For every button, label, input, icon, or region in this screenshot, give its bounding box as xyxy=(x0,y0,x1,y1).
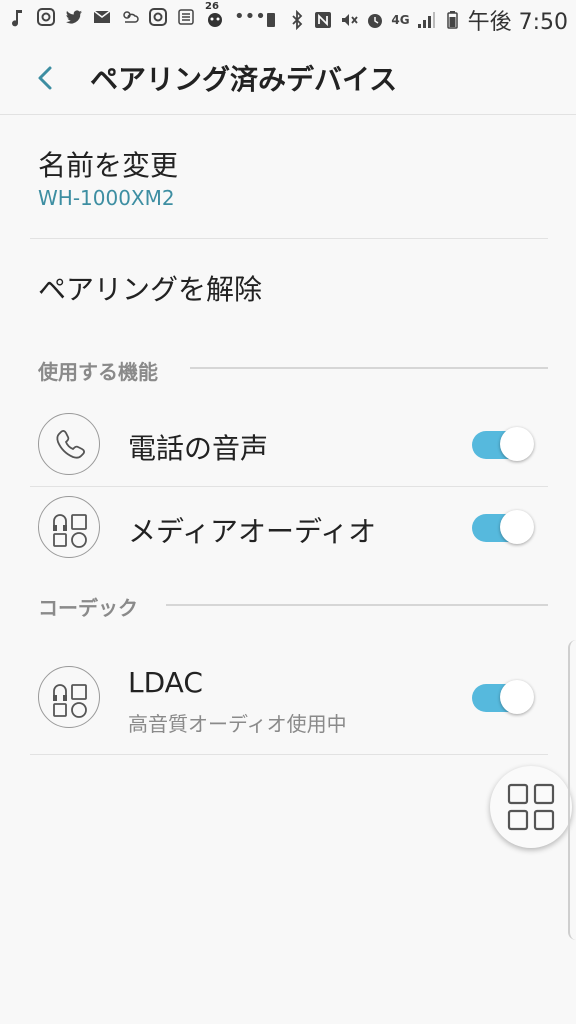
app-bar: ペアリング済みデバイス xyxy=(0,40,576,114)
battery-saver-icon xyxy=(267,13,276,27)
rename-label: 名前を変更 xyxy=(38,149,179,182)
unpair-row[interactable]: ペアリングを解除 xyxy=(0,248,576,338)
headphones-grid-icon xyxy=(38,496,100,558)
app-bar-divider xyxy=(0,114,576,115)
section-divider xyxy=(166,604,548,606)
divider xyxy=(30,238,548,239)
notification-icons: 26 ••• xyxy=(8,1,266,27)
features-section-title: 使用する機能 xyxy=(38,360,158,384)
bluetooth-icon xyxy=(292,10,303,30)
signal-icon xyxy=(417,12,435,28)
grid-icon xyxy=(507,783,555,831)
status-bar: 26 ••• 4G 午後 7:50 xyxy=(0,0,576,40)
battery-icon xyxy=(446,11,458,29)
music-note-icon xyxy=(12,9,22,26)
device-name: WH-1000XM2 xyxy=(38,186,175,210)
mail-icon xyxy=(93,9,111,23)
headphones-grid-icon xyxy=(38,666,100,728)
network-type: 4G xyxy=(391,13,410,27)
media-audio-toggle[interactable] xyxy=(472,510,534,544)
toggle-thumb xyxy=(500,510,534,544)
section-divider xyxy=(190,367,548,369)
alarm-icon xyxy=(368,14,383,28)
system-icons: 4G 午後 7:50 xyxy=(261,4,568,36)
edge-panel-handle[interactable] xyxy=(568,640,576,940)
page-title: ペアリング済みデバイス xyxy=(90,63,398,96)
weather-icon xyxy=(123,10,139,23)
media-audio-row[interactable]: メディアオーディオ xyxy=(0,488,576,568)
clock: 午後 7:50 xyxy=(467,10,568,35)
call-audio-toggle[interactable] xyxy=(472,427,534,461)
notification-count: 26 xyxy=(205,0,219,12)
call-audio-row[interactable]: 電話の音声 xyxy=(0,405,576,485)
floating-apps-button[interactable] xyxy=(490,766,572,848)
instagram-icon xyxy=(37,7,55,26)
call-audio-label: 電話の音声 xyxy=(128,432,269,465)
unpair-label: ペアリングを解除 xyxy=(38,273,263,306)
toggle-thumb xyxy=(500,427,534,461)
mute-icon xyxy=(342,14,359,26)
media-audio-label: メディアオーディオ xyxy=(128,515,377,548)
twitter-icon xyxy=(66,9,82,23)
ldac-label: LDAC xyxy=(128,666,203,699)
back-button[interactable] xyxy=(28,60,64,96)
divider xyxy=(30,486,548,487)
list-app-icon xyxy=(178,8,194,25)
nfc-icon xyxy=(315,12,332,28)
rename-device-row[interactable]: 名前を変更 WH-1000XM2 xyxy=(0,130,576,238)
instagram-icon-2 xyxy=(149,7,167,26)
ldac-toggle[interactable] xyxy=(472,680,534,714)
ldac-sublabel: 高音質オーディオ使用中 xyxy=(128,712,347,736)
ldac-row[interactable]: LDAC 高音質オーディオ使用中 xyxy=(0,658,576,748)
character-badge-icon: 26 xyxy=(204,1,226,27)
chevron-left-icon xyxy=(38,66,52,90)
codec-section-title: コーデック xyxy=(38,596,138,620)
divider xyxy=(30,754,548,755)
toggle-thumb xyxy=(500,680,534,714)
phone-icon xyxy=(38,413,100,475)
